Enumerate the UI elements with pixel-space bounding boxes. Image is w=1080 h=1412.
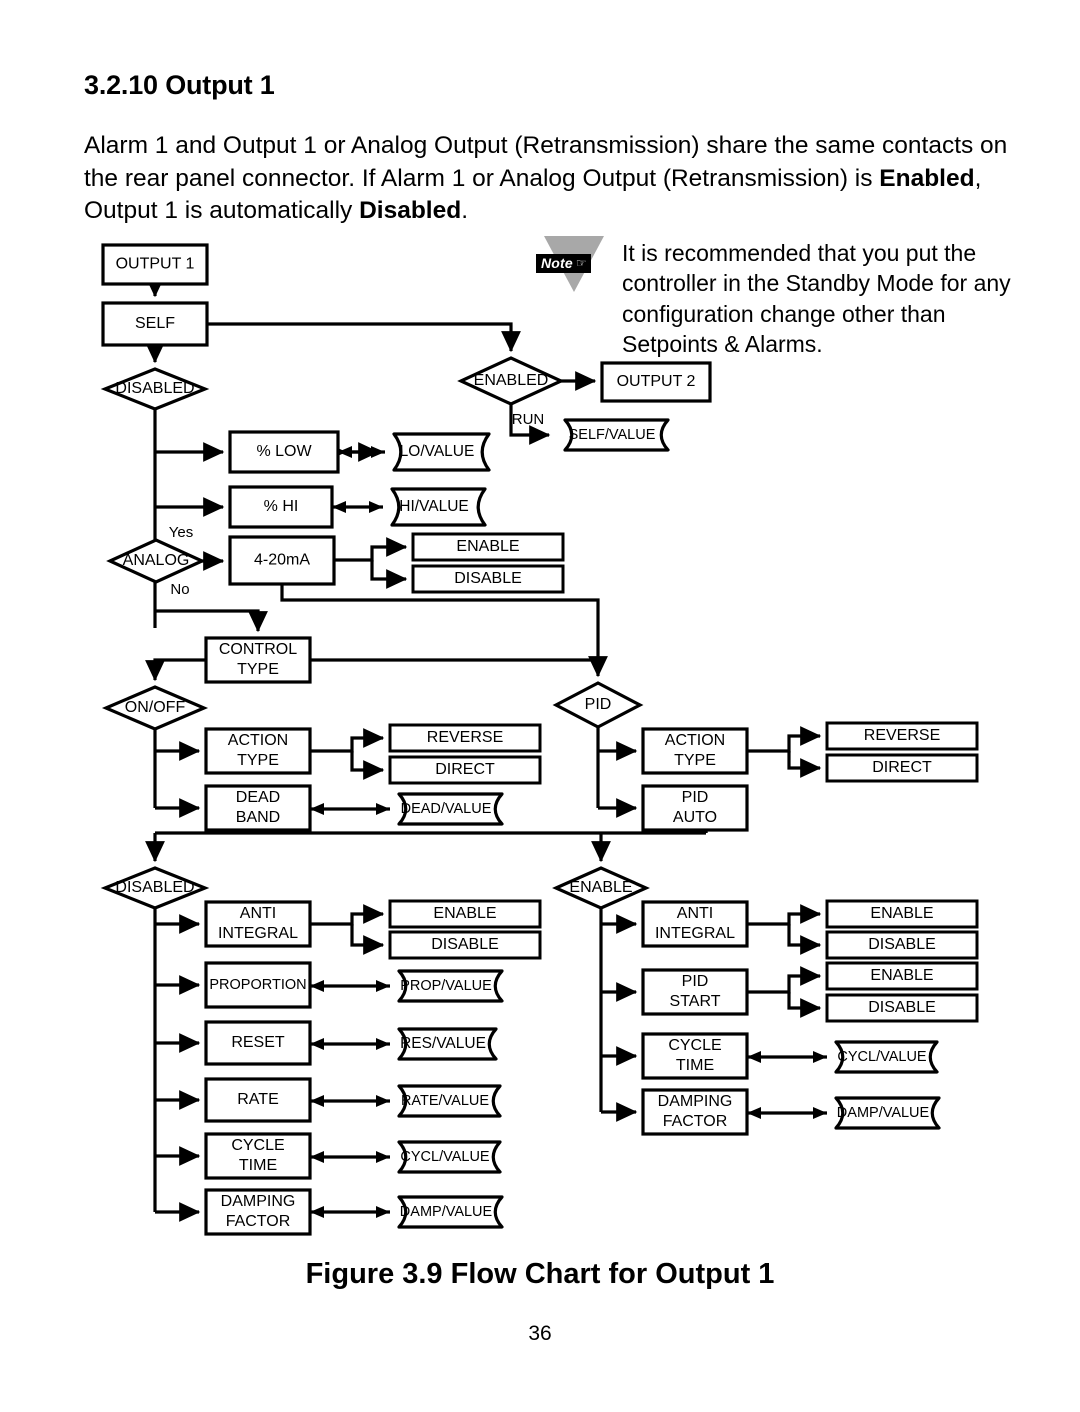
- flow-node-proportion[interactable]: PROPORTION: [204, 961, 312, 1009]
- flow-node-label-selfvalue: SELF/VALUE: [569, 427, 656, 443]
- flow-node-l_cyclvalue[interactable]: CYCL/VALUE: [397, 1140, 502, 1174]
- flow-node-label-pid_en: ENABLE: [870, 967, 933, 984]
- flow-node-pidstart[interactable]: PID START: [641, 968, 749, 1016]
- flow-node-lovalue[interactable]: LO/VALUE: [392, 432, 491, 472]
- flow-node-ratevalue[interactable]: RATE/VALUE: [397, 1084, 502, 1118]
- flow-node-label-lovalue: LO/VALUE: [400, 443, 475, 460]
- flow-node-label-r_anti_en: ENABLE: [870, 905, 933, 922]
- flow-node-l_dampvalue[interactable]: DAMP/VALUE: [397, 1195, 504, 1229]
- flow-node-enable2[interactable]: ENABLE: [552, 866, 650, 910]
- flow-node-label-enabled1: ENABLED: [474, 372, 549, 389]
- flow-node-l_reverse[interactable]: REVERSE: [388, 723, 542, 753]
- flow-node-resvalue[interactable]: RES/VALUE: [397, 1027, 498, 1061]
- flow-node-l_cycletime[interactable]: CYCLE TIME: [204, 1132, 312, 1180]
- flow-node-analog[interactable]: ANALOG: [106, 538, 206, 584]
- flow-node-label-l_cyclvalue: CYCL/VALUE: [400, 1149, 490, 1165]
- flow-node-r_direct[interactable]: DIRECT: [825, 753, 979, 783]
- flow-node-output2[interactable]: OUTPUT 2: [600, 361, 712, 403]
- flow-node-hivalue[interactable]: HI/VALUE: [390, 487, 487, 527]
- flow-node-an_enable[interactable]: ENABLE: [411, 532, 565, 562]
- flow-node-propvalue[interactable]: PROP/VALUE: [397, 969, 504, 1003]
- flow-node-label-r_direct: DIRECT: [872, 759, 932, 776]
- flow-node-label-disabled2: DISABLED: [115, 879, 194, 896]
- flow-node-reset[interactable]: RESET: [204, 1020, 312, 1066]
- flow-node-label-an_enable: ENABLE: [456, 538, 519, 555]
- flow-node-label-ratevalue: RATE/VALUE: [401, 1093, 489, 1109]
- flow-chart-output-1: OUTPUT 1 SELF DISABLED ENABLED OUTPUT 2 SELF/…: [100, 243, 979, 1236]
- flow-node-pid_en[interactable]: ENABLE: [825, 961, 979, 991]
- flow-node-r_cyclvalue[interactable]: CYCL/VALUE: [834, 1040, 939, 1074]
- edge-label-yes-label: Yes: [169, 524, 193, 541]
- flow-node-disabled2[interactable]: DISABLED: [100, 866, 210, 910]
- flow-node-r_cycletime[interactable]: CYCLE TIME: [641, 1032, 749, 1080]
- flow-node-enabled1[interactable]: ENABLED: [457, 356, 565, 406]
- flow-node-l_anti_en[interactable]: ENABLE: [388, 899, 542, 929]
- flow-node-r_dampvalue[interactable]: DAMP/VALUE: [834, 1096, 941, 1130]
- flow-node-label-enable2: ENABLE: [569, 879, 632, 896]
- flow-node-label-l_anti_dis: DISABLE: [431, 936, 499, 953]
- flow-node-r_damping[interactable]: DAMPING FACTOR: [641, 1088, 749, 1136]
- flow-node-r_actiontype[interactable]: ACTION TYPE: [641, 727, 749, 775]
- flow-node-self[interactable]: SELF: [101, 301, 209, 347]
- flow-node-deadvalue[interactable]: DEAD/VALUE: [397, 792, 504, 826]
- flow-node-label-pcthi: % HI: [264, 498, 299, 515]
- flow-node-ctrltype[interactable]: CONTROL TYPE: [204, 636, 312, 684]
- flow-node-output1[interactable]: OUTPUT 1: [101, 243, 209, 286]
- flow-node-r_anti_dis[interactable]: DISABLE: [825, 930, 979, 960]
- flow-node-label-pctlow: % LOW: [256, 443, 312, 460]
- flow-node-label-disabled1: DISABLED: [115, 380, 194, 397]
- flow-node-l_damping[interactable]: DAMPING FACTOR: [204, 1188, 312, 1236]
- flow-node-r_anti_en[interactable]: ENABLE: [825, 899, 979, 929]
- flow-node-l_anti_dis[interactable]: DISABLE: [388, 930, 542, 960]
- flow-node-l_direct[interactable]: DIRECT: [388, 755, 542, 785]
- flow-node-label-rate: RATE: [237, 1091, 278, 1108]
- flow-node-label-pid_dis: DISABLE: [868, 999, 936, 1016]
- flow-node-label-r_dampvalue: DAMP/VALUE: [837, 1105, 930, 1121]
- flow-node-label-an_disable: DISABLE: [454, 570, 522, 587]
- flow-node-deadband[interactable]: DEAD BAND: [204, 784, 312, 832]
- flow-node-label-r_cyclvalue: CYCL/VALUE: [837, 1049, 927, 1065]
- flow-node-label-ma420: 4-20mA: [254, 552, 310, 569]
- flow-node-pcthi[interactable]: % HI: [228, 485, 334, 529]
- flow-node-rate[interactable]: RATE: [204, 1077, 312, 1123]
- flow-node-ma420[interactable]: 4-20mA: [228, 535, 336, 586]
- flow-node-label-analog: ANALOG: [123, 552, 190, 569]
- flow-node-label-r_anti_dis: DISABLE: [868, 936, 936, 953]
- flow-node-label-l_anti_en: ENABLE: [433, 905, 496, 922]
- flow-node-label-pid: PID: [585, 696, 612, 713]
- flow-node-label-onoff: ON/OFF: [125, 699, 186, 716]
- flow-node-label-output2: OUTPUT 2: [617, 373, 696, 390]
- flow-node-pid[interactable]: PID: [552, 681, 644, 729]
- document-page: 3.2.10 Output 1 Alarm 1 and Output 1 or …: [0, 0, 1080, 1412]
- flow-nodes: OUTPUT 1 SELF DISABLED ENABLED OUTPUT 2 SELF/…: [100, 243, 979, 1236]
- figure-caption: Figure 3.9 Flow Chart for Output 1: [305, 1258, 775, 1290]
- flow-node-l_actiontype[interactable]: ACTION TYPE: [204, 727, 312, 775]
- flow-node-label-output1: OUTPUT 1: [116, 256, 195, 273]
- flow-node-label-l_direct: DIRECT: [435, 761, 495, 778]
- flow-node-label-l_reverse: REVERSE: [427, 729, 503, 746]
- flow-node-pid_dis[interactable]: DISABLE: [825, 993, 979, 1023]
- flow-node-disabled1[interactable]: DISABLED: [100, 367, 210, 411]
- flow-node-label-deadvalue: DEAD/VALUE: [401, 801, 492, 817]
- flow-node-an_disable[interactable]: DISABLE: [411, 564, 565, 594]
- flow-node-label-r_reverse: REVERSE: [864, 727, 940, 744]
- flow-node-label-reset: RESET: [231, 1034, 285, 1051]
- flow-node-label-resvalue: RES/VALUE: [400, 1035, 486, 1052]
- edge-label-run-label: RUN: [512, 411, 545, 428]
- flow-node-onoff[interactable]: ON/OFF: [101, 685, 209, 731]
- page-number: 36: [528, 1322, 552, 1345]
- flow-node-r_reverse[interactable]: REVERSE: [825, 721, 979, 751]
- edge-label-no-label: No: [170, 581, 189, 598]
- flow-node-selfvalue[interactable]: SELF/VALUE: [563, 418, 670, 452]
- flow-node-label-proportion: PROPORTION: [209, 977, 306, 993]
- flow-node-label-hivalue: HI/VALUE: [399, 498, 469, 515]
- flow-node-label-self: SELF: [135, 315, 175, 332]
- flow-node-r_anti[interactable]: ANTI INTEGRAL: [641, 900, 749, 948]
- flow-node-label-l_dampvalue: DAMP/VALUE: [400, 1204, 493, 1220]
- flow-node-label-propvalue: PROP/VALUE: [400, 978, 492, 994]
- flow-node-pidauto[interactable]: PID AUTO: [641, 784, 749, 832]
- flow-node-pctlow[interactable]: % LOW: [228, 430, 340, 474]
- flow-node-l_anti[interactable]: ANTI INTEGRAL: [204, 900, 312, 948]
